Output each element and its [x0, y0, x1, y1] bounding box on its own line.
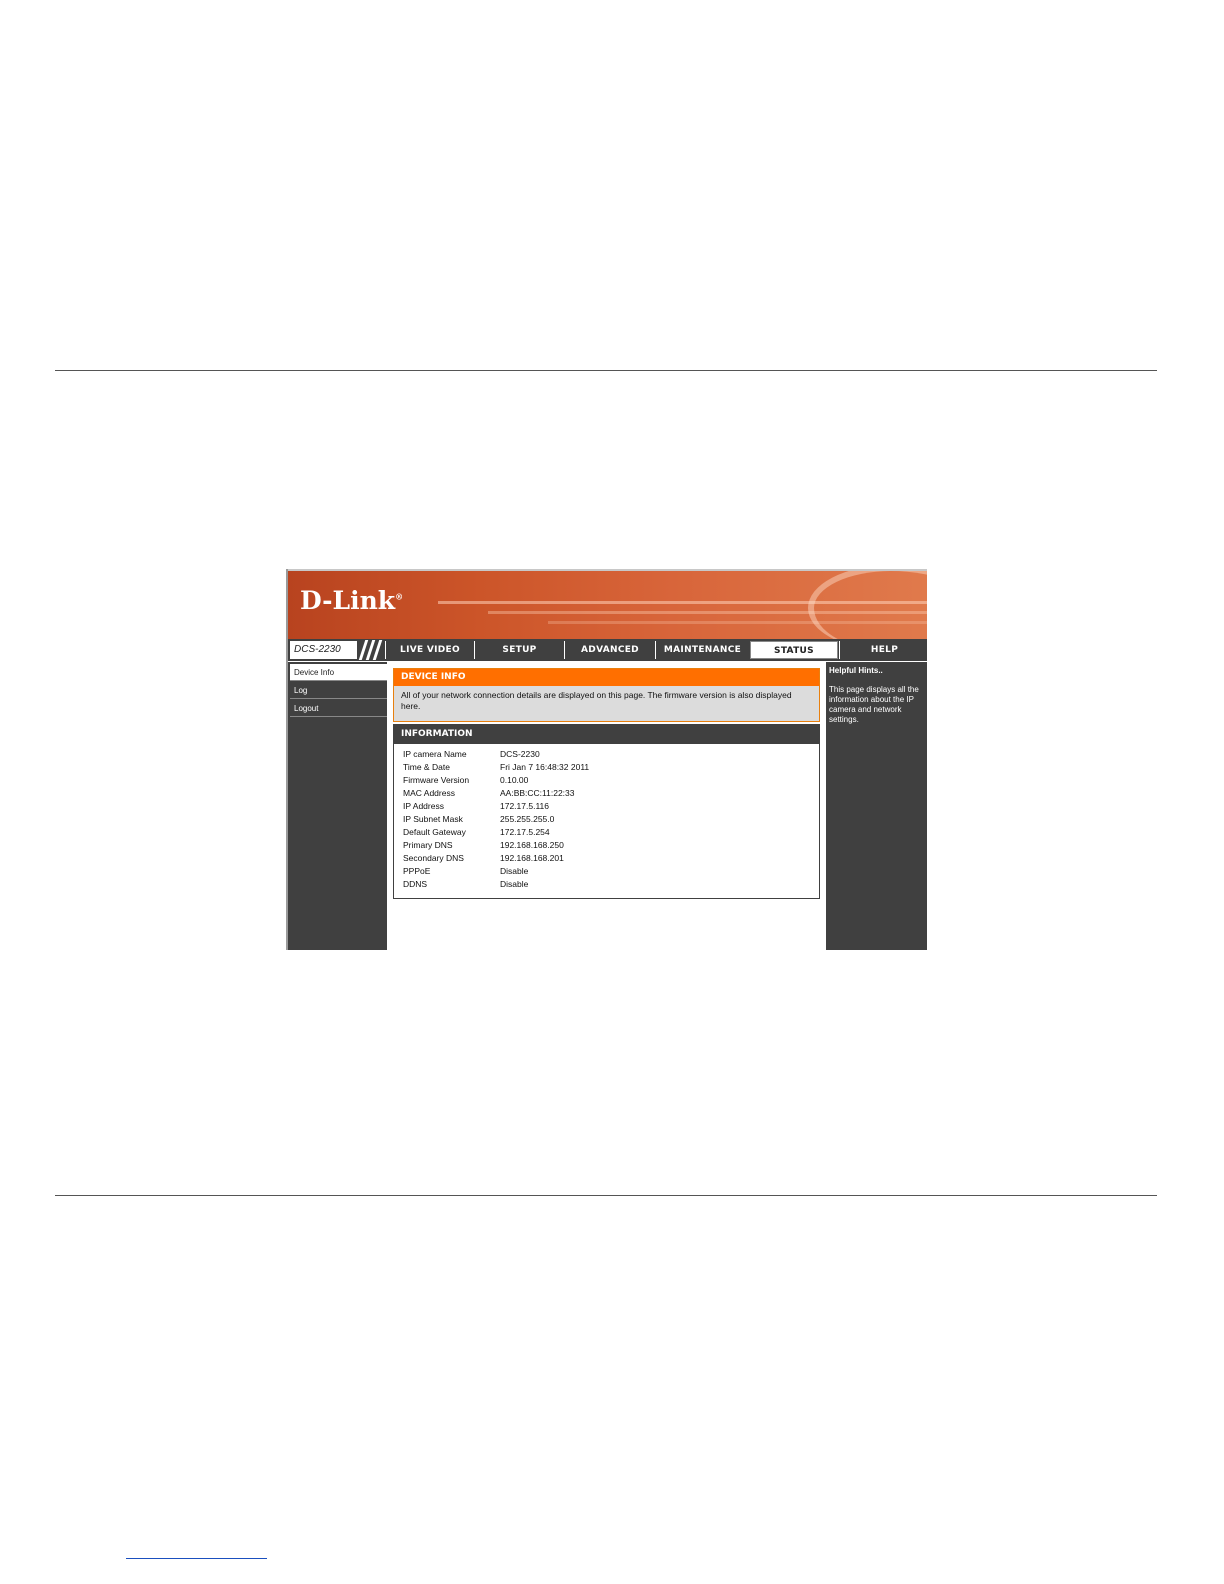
info-row: DDNS Disable	[403, 878, 803, 891]
info-label: IP Subnet Mask	[403, 814, 463, 824]
info-row: Firmware Version 0.10.00	[403, 774, 803, 787]
top-nav: DCS-2230 LIVE VIDEO SETUP ADVANCED MAINT…	[288, 639, 927, 661]
info-value: AA:BB:CC:11:22:33	[500, 788, 575, 798]
footer-link-underline[interactable]	[126, 1558, 267, 1559]
info-value: 255.255.255.0	[500, 814, 555, 824]
info-value: DCS-2230	[500, 749, 540, 759]
info-row: IP Subnet Mask 255.255.255.0	[403, 813, 803, 826]
info-label: DDNS	[403, 879, 428, 889]
info-label: Secondary DNS	[403, 853, 464, 863]
info-value: 0.10.00	[500, 775, 529, 785]
info-value: 192.168.168.250	[500, 840, 564, 850]
sidebar-item-logout[interactable]: Logout	[290, 700, 387, 717]
info-value: Disable	[500, 866, 529, 876]
info-value: 172.17.5.254	[500, 827, 550, 837]
helpful-hints-panel: Helpful Hints.. This page displays all t…	[826, 662, 927, 950]
device-info-description: All of your network connection details a…	[401, 690, 792, 711]
dlink-logo: D-Link®	[300, 586, 404, 615]
info-row: Secondary DNS 192.168.168.201	[403, 852, 803, 865]
main-content: DEVICE INFO All of your network connecti…	[387, 662, 826, 950]
device-info-panel: DEVICE INFO All of your network connecti…	[393, 668, 820, 722]
tab-live-video[interactable]: LIVE VIDEO	[385, 641, 474, 659]
info-label: MAC Address	[403, 788, 455, 798]
sidebar-item-device-info[interactable]: Device Info	[290, 664, 387, 681]
info-row: IP Address 172.17.5.116	[403, 800, 803, 813]
tab-help[interactable]: HELP	[839, 641, 927, 659]
info-row: PPPoE Disable	[403, 865, 803, 878]
device-info-title: DEVICE INFO	[394, 669, 819, 686]
top-divider	[55, 370, 1157, 371]
header-banner: D-Link®	[288, 569, 927, 639]
banner-swoosh	[808, 571, 927, 639]
camera-web-ui-screenshot: D-Link® DCS-2230 LIVE VIDEO SETUP ADVANC…	[286, 569, 927, 950]
info-value: 172.17.5.116	[500, 801, 549, 811]
info-row: MAC Address AA:BB:CC:11:22:33	[403, 787, 803, 800]
tab-maintenance[interactable]: MAINTENANCE	[655, 641, 749, 659]
info-value: Disable	[500, 879, 529, 889]
model-name: DCS-2230	[290, 641, 357, 659]
tab-status[interactable]: STATUS	[750, 641, 838, 659]
information-panel: INFORMATION IP camera Name DCS-2230 Time …	[393, 724, 820, 899]
info-row: Primary DNS 192.168.168.250	[403, 839, 803, 852]
information-title: INFORMATION	[394, 725, 819, 744]
info-row: Default Gateway 172.17.5.254	[403, 826, 803, 839]
info-label: IP Address	[403, 801, 444, 811]
info-label: Primary DNS	[403, 840, 453, 850]
tab-advanced[interactable]: ADVANCED	[564, 641, 655, 659]
hints-title: Helpful Hints..	[829, 666, 883, 675]
info-label: IP camera Name	[403, 749, 467, 759]
info-row: IP camera Name DCS-2230	[403, 748, 803, 761]
info-value: Fri Jan 7 16:48:32 2011	[500, 762, 590, 772]
info-row: Time & Date Fri Jan 7 16:48:32 2011	[403, 761, 803, 774]
info-label: Time & Date	[403, 762, 450, 772]
info-label: Default Gateway	[403, 827, 466, 837]
info-label: Firmware Version	[403, 775, 470, 785]
hints-body: This page displays all the information a…	[829, 685, 919, 724]
sidebar-item-log[interactable]: Log	[290, 682, 387, 699]
tab-setup[interactable]: SETUP	[474, 641, 564, 659]
sidebar: Device Info Log Logout	[288, 662, 387, 950]
info-label: PPPoE	[403, 866, 431, 876]
info-value: 192.168.168.201	[500, 853, 564, 863]
bottom-divider	[55, 1195, 1157, 1196]
